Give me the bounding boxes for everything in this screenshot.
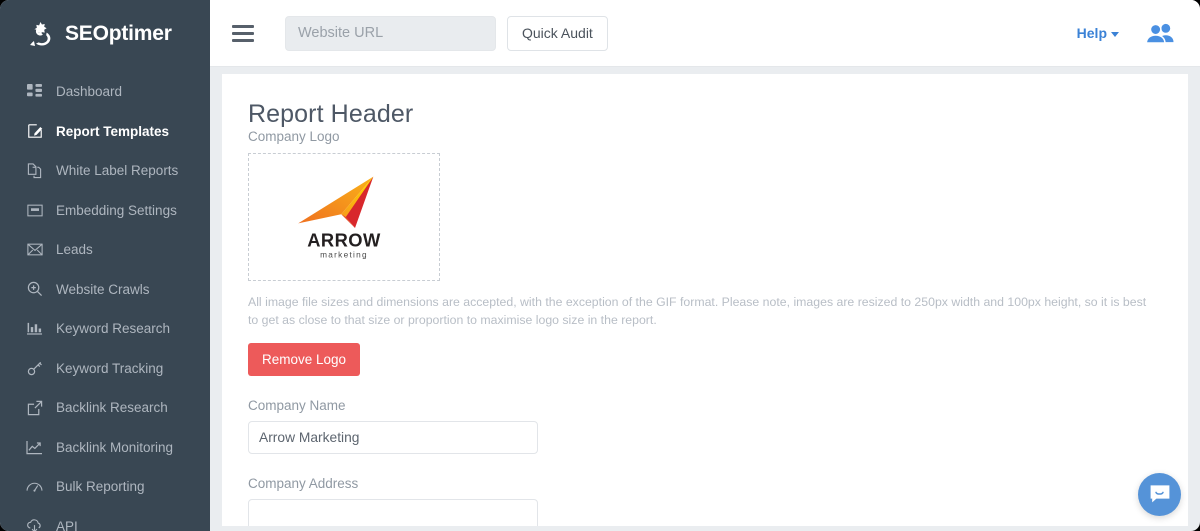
svg-text:marketing: marketing <box>320 250 368 259</box>
gauge-icon <box>26 478 43 495</box>
sidebar-item-label: Keyword Tracking <box>56 360 164 376</box>
company-address-input[interactable] <box>248 498 538 526</box>
hamburger-icon[interactable] <box>232 24 254 42</box>
sidebar-item-report-templates[interactable]: Report Templates <box>0 112 210 152</box>
sidebar-item-label: Bulk Reporting <box>56 479 145 495</box>
sidebar-item-label: Leads <box>56 242 93 258</box>
cloud-download-icon <box>26 518 43 531</box>
grid-icon <box>26 83 43 100</box>
help-label: Help <box>1076 25 1107 41</box>
report-header-panel: Report Header Company Logo ARROW marketi… <box>222 74 1188 526</box>
help-menu[interactable]: Help <box>1077 25 1119 41</box>
chat-bubble-icon <box>1150 485 1169 503</box>
sidebar-item-keyword-tracking[interactable]: Keyword Tracking <box>0 349 210 389</box>
sidebar-item-label: White Label Reports <box>56 163 179 179</box>
chevron-down-icon <box>1111 31 1119 37</box>
sidebar-item-bulk-reporting[interactable]: Bulk Reporting <box>0 467 210 507</box>
sidebar-item-keyword-research[interactable]: Keyword Research <box>0 309 210 349</box>
sidebar-item-label: Report Templates <box>56 123 170 139</box>
sidebar-nav: Dashboard Report Templates White Label R… <box>0 68 210 531</box>
logo-helper-text: All image file sizes and dimensions are … <box>248 295 1147 327</box>
sidebar-item-backlink-monitoring[interactable]: Backlink Monitoring <box>0 428 210 468</box>
company-name-input[interactable] <box>248 420 538 454</box>
logo-dropzone[interactable]: ARROW marketing <box>248 153 440 281</box>
remove-logo-button[interactable]: Remove Logo <box>248 342 361 376</box>
sidebar-item-label: Backlink Research <box>56 400 168 416</box>
page-title: Report Header <box>248 100 414 128</box>
arrow-marketing-logo: ARROW marketing <box>298 176 381 259</box>
bar-chart-icon <box>26 320 43 337</box>
sidebar-item-backlink-research[interactable]: Backlink Research <box>0 388 210 428</box>
sidebar-item-label: Keyword Research <box>56 321 171 337</box>
copy-pages-icon <box>26 162 43 179</box>
users-icon[interactable] <box>1145 22 1174 44</box>
company-logo-label: Company Logo <box>248 129 340 144</box>
sidebar-item-leads[interactable]: Leads <box>0 230 210 270</box>
line-chart-icon <box>26 439 43 456</box>
sidebar-item-label: Backlink Monitoring <box>56 439 174 455</box>
envelope-icon <box>26 241 43 258</box>
topbar-actions: Help <box>1077 22 1200 44</box>
search-input[interactable] <box>285 15 496 51</box>
chat-launcher-button[interactable] <box>1138 473 1181 516</box>
app-window: SEOptimer Dashboard Report Templates Whi <box>0 0 1200 531</box>
company-address-label: Company Address <box>248 475 359 491</box>
magnifier-plus-icon <box>26 281 43 298</box>
sidebar-item-white-label-reports[interactable]: White Label Reports <box>0 151 210 191</box>
svg-text:ARROW: ARROW <box>307 229 381 250</box>
sidebar-item-website-crawls[interactable]: Website Crawls <box>0 270 210 310</box>
quick-audit-button[interactable]: Quick Audit <box>507 15 608 51</box>
topbar: Quick Audit Help <box>210 0 1200 67</box>
pencil-square-icon <box>26 123 43 140</box>
company-name-label: Company Name <box>248 397 346 413</box>
sidebar-item-dashboard[interactable]: Dashboard <box>0 72 210 112</box>
sidebar: SEOptimer Dashboard Report Templates Whi <box>0 0 210 531</box>
external-link-icon <box>26 399 43 416</box>
embed-box-icon <box>26 202 43 219</box>
brand-name: SEOptimer <box>65 22 172 45</box>
sidebar-item-api[interactable]: API <box>0 507 210 531</box>
sidebar-item-embedding-settings[interactable]: Embedding Settings <box>0 191 210 231</box>
brand-logo[interactable]: SEOptimer <box>0 0 210 68</box>
sidebar-item-label: Dashboard <box>56 84 123 100</box>
seoptimer-gear-icon <box>30 22 51 46</box>
key-icon <box>26 360 43 377</box>
sidebar-item-label: Embedding Settings <box>56 202 177 218</box>
sidebar-item-label: Website Crawls <box>56 281 150 297</box>
sidebar-item-label: API <box>56 518 78 531</box>
